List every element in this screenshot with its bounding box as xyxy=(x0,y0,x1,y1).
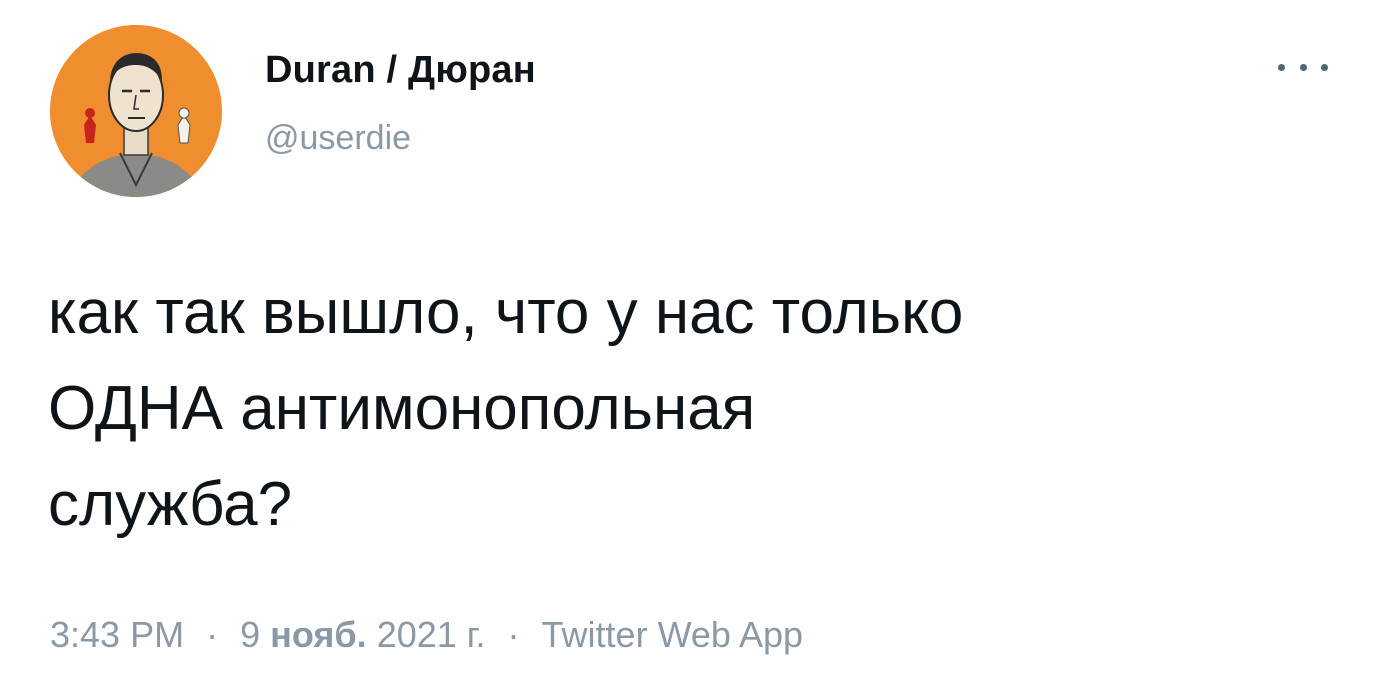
tweet-source[interactable]: Twitter Web App xyxy=(542,614,803,655)
avatar[interactable] xyxy=(50,25,222,197)
tweet-card: Duran / Дюран @userdie как так вышло, чт… xyxy=(0,0,1374,688)
author-handle[interactable]: @userdie xyxy=(265,113,536,163)
tweet-text: как так вышло, что у нас только ОДНА ант… xyxy=(48,278,964,539)
tweet-header: Duran / Дюран @userdie xyxy=(50,25,1340,200)
caricature-avatar-icon xyxy=(50,25,222,197)
dot xyxy=(1278,63,1285,71)
tweet-time[interactable]: 3:43 PM xyxy=(50,614,184,655)
separator: · xyxy=(507,614,520,655)
author-names: Duran / Дюран @userdie xyxy=(265,45,536,163)
dot xyxy=(1299,63,1307,71)
separator: · xyxy=(206,614,219,655)
tweet-date-year[interactable]: 2021 г. xyxy=(377,614,486,655)
tweet-date-month[interactable]: нояб. xyxy=(270,614,367,655)
tweet-date-day[interactable]: 9 xyxy=(240,614,260,655)
dot xyxy=(1321,63,1328,71)
more-dots-icon[interactable] xyxy=(1278,55,1328,79)
author-display-name[interactable]: Duran / Дюран xyxy=(265,45,536,95)
tweet-meta: 3:43 PM · 9 нояб. 2021 г. · Twitter Web … xyxy=(50,610,803,660)
